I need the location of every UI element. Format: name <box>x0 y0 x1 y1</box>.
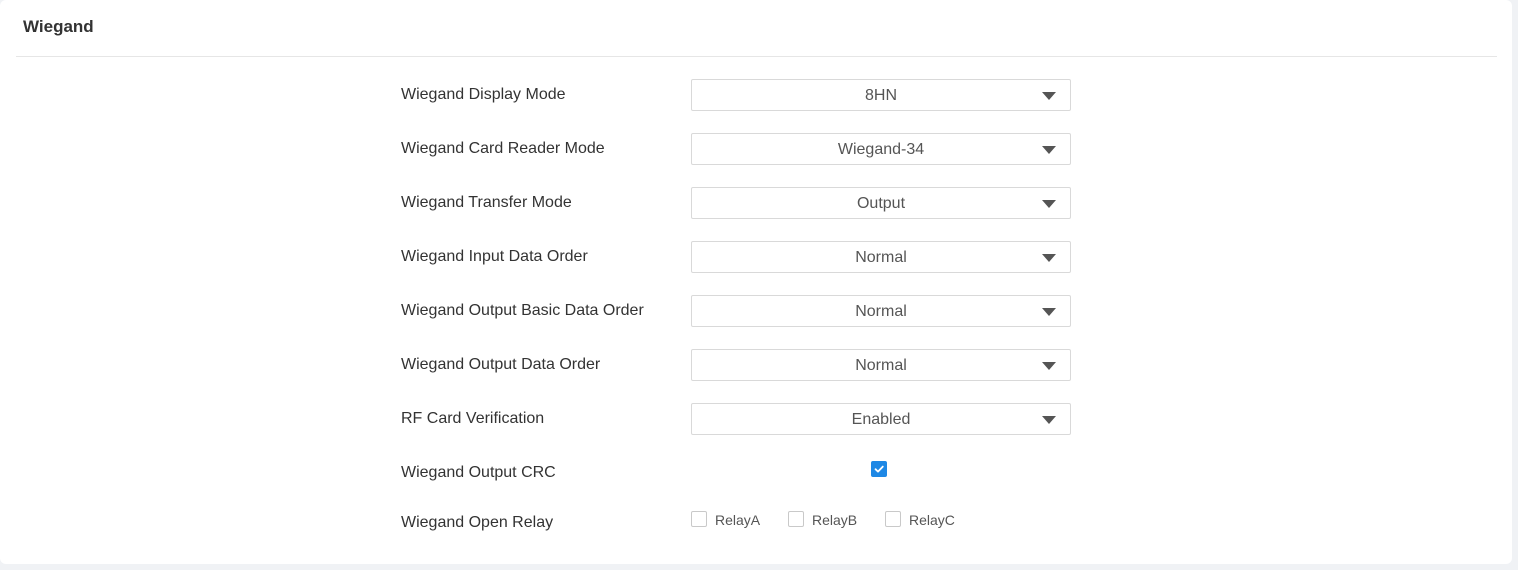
display-mode-label: Wiegand Display Mode <box>401 86 566 103</box>
card-reader-mode-label: Wiegand Card Reader Mode <box>401 140 605 157</box>
transfer-mode-select[interactable]: Output <box>691 187 1071 219</box>
output-crc-checkbox[interactable] <box>871 461 887 477</box>
display-mode-value: 8HN <box>864 87 897 104</box>
caret-down-icon <box>1042 146 1056 154</box>
output-basic-data-order-select[interactable]: Normal <box>691 295 1071 327</box>
setting-row-open-relay: Wiegand Open Relay RelayA RelayB RelayC <box>0 507 1512 539</box>
input-data-order-value: Normal <box>855 249 907 266</box>
transfer-mode-value: Output <box>856 195 906 212</box>
input-data-order-label: Wiegand Input Data Order <box>401 248 588 265</box>
rf-card-verification-value: Enabled <box>851 411 911 428</box>
display-mode-select[interactable]: 8HN <box>691 79 1071 111</box>
section-divider <box>16 56 1497 57</box>
setting-row-card-reader-mode: Wiegand Card Reader Mode Wiegand-34 <box>0 133 1512 165</box>
card-reader-mode-select[interactable]: Wiegand-34 <box>691 133 1071 165</box>
card-reader-mode-value: Wiegand-34 <box>837 141 925 158</box>
relay-a-checkbox[interactable] <box>691 511 707 527</box>
caret-down-icon <box>1042 92 1056 100</box>
checkmark-icon <box>874 465 884 473</box>
output-data-order-label: Wiegand Output Data Order <box>401 356 601 373</box>
rf-card-verification-label: RF Card Verification <box>401 410 545 427</box>
section-title: Wiegand <box>23 17 94 36</box>
open-relay-label: Wiegand Open Relay <box>401 514 554 531</box>
relay-b-checkbox[interactable] <box>788 511 804 527</box>
wiegand-settings-card: Wiegand Wiegand Display Mode 8HN Wiegand… <box>0 0 1512 564</box>
output-basic-data-order-value: Normal <box>855 303 907 320</box>
caret-down-icon <box>1042 362 1056 370</box>
output-data-order-select[interactable]: Normal <box>691 349 1071 381</box>
setting-row-output-basic-data-order: Wiegand Output Basic Data Order Normal <box>0 295 1512 327</box>
relay-c-label[interactable]: RelayC <box>909 512 955 528</box>
setting-row-display-mode: Wiegand Display Mode 8HN <box>0 79 1512 111</box>
input-data-order-select[interactable]: Normal <box>691 241 1071 273</box>
caret-down-icon <box>1042 416 1056 424</box>
setting-row-output-crc: Wiegand Output CRC <box>0 457 1512 489</box>
output-crc-label: Wiegand Output CRC <box>401 464 556 481</box>
output-data-order-value: Normal <box>855 357 907 374</box>
relay-c-checkbox[interactable] <box>885 511 901 527</box>
caret-down-icon <box>1042 200 1056 208</box>
transfer-mode-label: Wiegand Transfer Mode <box>401 194 572 211</box>
rf-card-verification-select[interactable]: Enabled <box>691 403 1071 435</box>
caret-down-icon <box>1042 308 1056 316</box>
setting-row-transfer-mode: Wiegand Transfer Mode Output <box>0 187 1512 219</box>
output-basic-data-order-label: Wiegand Output Basic Data Order <box>401 302 644 319</box>
relay-a-label[interactable]: RelayA <box>715 512 760 528</box>
setting-row-output-data-order: Wiegand Output Data Order Normal <box>0 349 1512 381</box>
caret-down-icon <box>1042 254 1056 262</box>
setting-row-rf-card-verification: RF Card Verification Enabled <box>0 403 1512 435</box>
setting-row-input-data-order: Wiegand Input Data Order Normal <box>0 241 1512 273</box>
relay-b-label[interactable]: RelayB <box>812 512 857 528</box>
